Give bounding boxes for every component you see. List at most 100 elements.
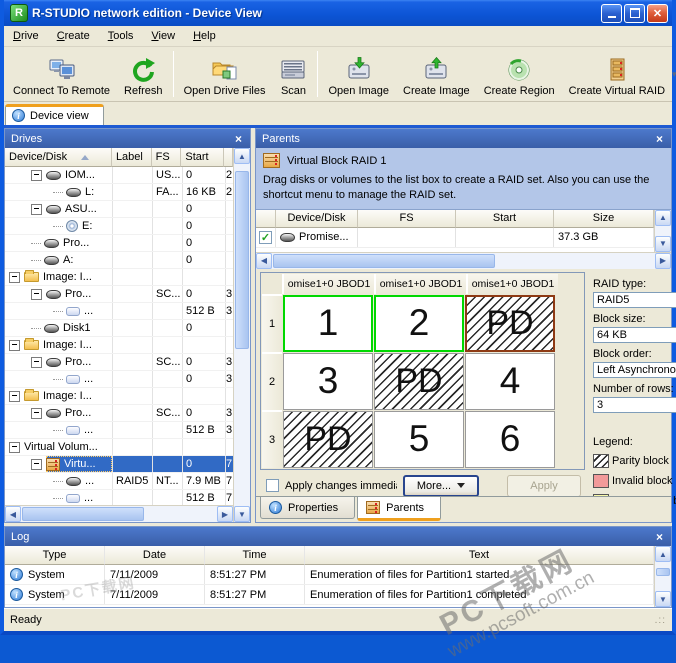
scrollbar-thumb[interactable] [235,170,249,349]
tab-properties[interactable]: i Properties [260,497,356,519]
scroll-up-icon[interactable]: ▲ [655,546,671,562]
column-header-text[interactable]: Text [305,546,654,565]
apply-button[interactable]: Apply [507,474,581,497]
scroll-down-icon[interactable]: ▼ [234,506,250,522]
tree-row[interactable]: ... 512 B3 [5,422,233,439]
raid-type-select[interactable]: RAID5 [593,291,676,308]
menu-help[interactable]: Help [184,28,225,44]
create-image-button[interactable]: Create Image [396,47,477,101]
collapse-icon[interactable] [9,390,20,402]
tab-parents[interactable]: Parents [357,497,442,521]
tree-row[interactable]: Image: I... [5,337,233,354]
raid-block-cell[interactable]: 5 [374,410,464,468]
collapse-icon[interactable] [31,458,42,470]
tree-row[interactable]: Disk1 0 [5,320,233,337]
collapse-icon[interactable] [31,288,42,300]
more-button[interactable]: More... [403,474,479,497]
menu-drive[interactable]: Drive [4,28,48,44]
collapse-icon[interactable] [9,339,20,351]
collapse-icon[interactable] [9,441,20,453]
log-vertical-scrollbar[interactable]: ▲ ▼ [654,546,671,607]
log-row[interactable]: i System 7/11/2009 8:51:27 PM Enumeration… [5,565,654,585]
checked-checkbox[interactable]: ✓ [259,230,272,244]
parents-table-row[interactable]: ✓ Promise... 37.3 GB [256,227,654,248]
tree-row[interactable]: L: FA... 16 KB 2 [5,184,233,201]
raid-parity-cell[interactable]: PD [374,352,464,410]
parents-horizontal-scrollbar[interactable]: ◀ ▶ [256,251,671,269]
collapse-icon[interactable] [31,169,42,181]
raid-parity-cell[interactable]: PD [283,410,373,468]
column-header-label[interactable]: Label [111,148,152,167]
column-header-device-disk[interactable]: Device/Disk [276,209,358,228]
column-header-fs[interactable]: FS [151,148,182,167]
column-header-partial[interactable] [224,148,233,167]
tree-row[interactable]: Pro... SC... 0 3 [5,354,233,371]
raid-block-cell[interactable]: 3 [283,352,373,410]
resize-grip[interactable]: .:: [655,615,666,626]
menu-view[interactable]: View [142,28,184,44]
scrollbar-thumb[interactable] [273,253,496,268]
tree-row[interactable]: IOM... US... 0 2 [5,167,233,184]
block-order-select[interactable]: Left Asynchronous [593,361,676,378]
column-header-type[interactable]: Type [5,546,105,565]
tree-row[interactable]: ... RAID5 NT... 7.9 MB 7 [5,473,233,490]
maximize-button[interactable] [624,3,645,23]
collapse-icon[interactable] [31,356,42,368]
number-of-rows-stepper[interactable]: 3 ▲▼ [593,396,676,413]
scroll-up-icon[interactable]: ▲ [234,148,250,164]
log-close-icon[interactable]: × [654,531,665,543]
column-header-device-disk[interactable]: Device/Disk [5,148,112,167]
open-drive-files-button[interactable]: Open Drive Files [177,47,273,101]
scrollbar-thumb[interactable] [22,507,144,521]
column-header-start[interactable]: Start [181,148,224,167]
drives-close-icon[interactable]: × [233,133,244,145]
scroll-down-icon[interactable]: ▼ [655,235,671,252]
drives-horizontal-scrollbar[interactable]: ◀ ▶ [5,505,233,522]
scroll-down-icon[interactable]: ▼ [655,591,671,607]
scroll-left-icon[interactable]: ◀ [256,252,272,269]
toolbar-dropdown-icon[interactable] [672,68,676,80]
tree-row[interactable]: Image: I... [5,269,233,286]
scan-button[interactable]: Scan [272,47,314,101]
parents-vertical-scrollbar[interactable]: ▲ ▼ [654,209,671,252]
raid-parity-cell[interactable]: PD [465,294,555,352]
open-image-button[interactable]: Open Image [321,47,396,101]
close-button[interactable]: ✕ [647,3,668,23]
column-header-time[interactable]: Time [205,546,305,565]
tree-row[interactable]: Image: I... [5,388,233,405]
minimize-button[interactable] [601,3,622,23]
collapse-icon[interactable] [31,203,42,215]
tree-row[interactable]: Virtual Volum... [5,439,233,456]
create-region-button[interactable]: Create Region [477,47,562,101]
raid-block-cell[interactable]: 4 [465,352,555,410]
scroll-right-icon[interactable]: ▶ [655,252,671,269]
block-size-select[interactable]: 64 KB [593,326,676,343]
collapse-icon[interactable] [9,271,20,283]
column-header-fs[interactable]: FS [358,209,456,228]
refresh-button[interactable]: Refresh [117,47,170,101]
scrollbar-thumb[interactable] [656,567,670,577]
tree-row[interactable]: ASU... 0 [5,201,233,218]
menu-tools[interactable]: Tools [99,28,143,44]
tree-row-selected[interactable]: Virtu... 07 [5,456,233,473]
tree-row[interactable]: Pro... SC... 0 3 [5,405,233,422]
column-header-date[interactable]: Date [105,546,205,565]
menu-create[interactable]: Create [48,28,99,44]
connect-to-remote-button[interactable]: Connect To Remote [6,47,117,101]
scroll-up-icon[interactable]: ▲ [655,209,671,226]
raid-block-cell[interactable]: 2 [374,294,464,352]
tree-row[interactable]: ... 512 B7 [5,490,233,505]
parents-close-icon[interactable]: × [654,133,665,145]
column-header-start[interactable]: Start [456,209,554,228]
tree-row[interactable]: ... 512 B3 [5,303,233,320]
raid-block-cell[interactable]: 6 [465,410,555,468]
tab-device-view[interactable]: i Device view [5,104,104,125]
scroll-left-icon[interactable]: ◀ [5,506,21,522]
tree-row[interactable]: Pro... SC... 0 3 [5,286,233,303]
apply-immediately-checkbox[interactable]: ✓ [266,479,279,493]
scroll-right-icon[interactable]: ▶ [217,506,233,522]
log-row[interactable]: i System 7/11/2009 8:51:27 PM Enumeration… [5,585,654,605]
tree-row[interactable]: ... 03 [5,371,233,388]
collapse-icon[interactable] [31,407,42,419]
tree-row[interactable]: E: 0 [5,218,233,235]
